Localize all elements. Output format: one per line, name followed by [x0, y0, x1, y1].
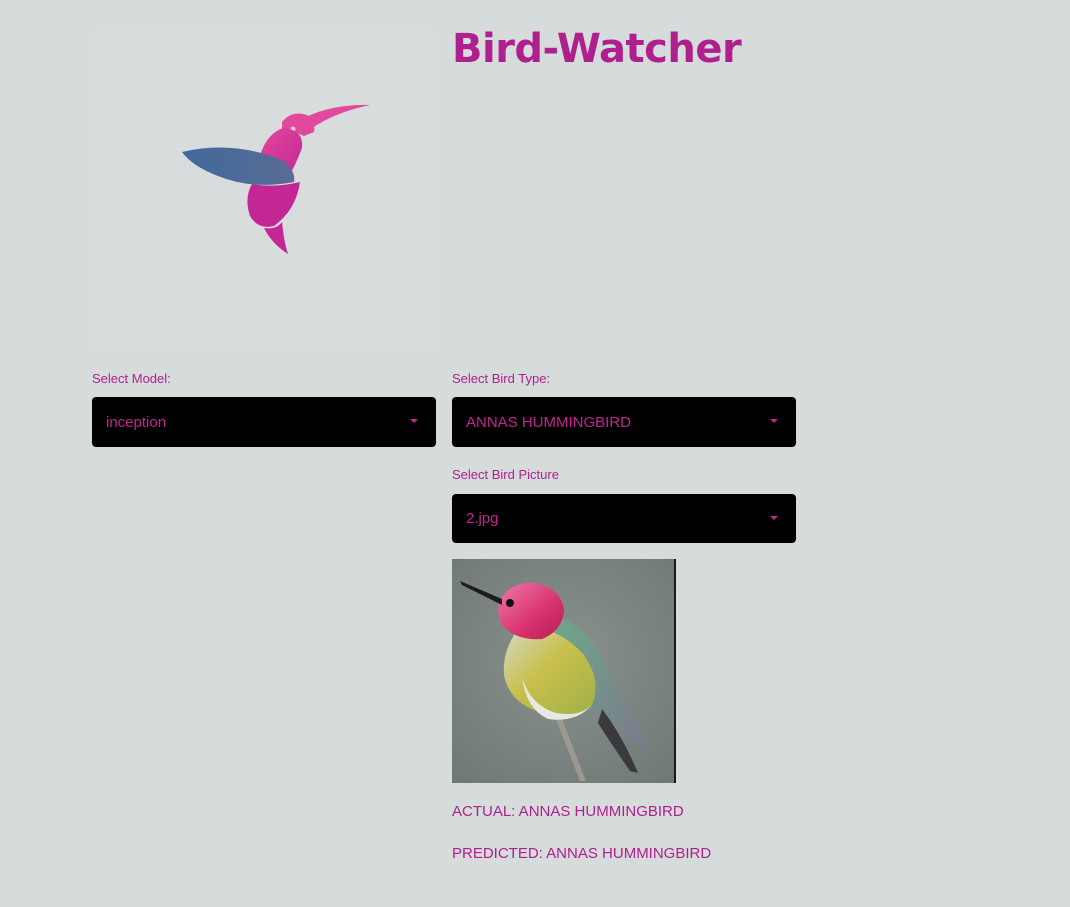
model-select-label: Select Model:: [92, 371, 171, 386]
bird-type-select-label: Select Bird Type:: [452, 371, 551, 386]
page-title: Bird-Watcher: [452, 26, 742, 72]
logo-image: [92, 30, 436, 348]
caret-down-icon: [770, 516, 778, 520]
bird-type-select[interactable]: ANNAS HUMMINGBIRD: [452, 397, 796, 447]
predicted-label: PREDICTED: ANNAS HUMMINGBIRD: [452, 845, 712, 862]
caret-down-icon: [770, 419, 778, 423]
picture-select-label: Select Bird Picture: [452, 467, 559, 482]
picture-select[interactable]: 2.jpg: [452, 494, 796, 543]
caret-down-icon: [410, 419, 418, 423]
model-select-value: inception: [106, 413, 167, 431]
model-select[interactable]: inception: [92, 397, 436, 447]
picture-select-value: 2.jpg: [466, 510, 499, 527]
actual-label: ACTUAL: ANNAS HUMMINGBIRD: [452, 803, 684, 820]
bird-image: [452, 559, 676, 783]
bird-type-select-value: ANNAS HUMMINGBIRD: [466, 413, 632, 431]
hummingbird-logo-icon: [182, 104, 370, 254]
